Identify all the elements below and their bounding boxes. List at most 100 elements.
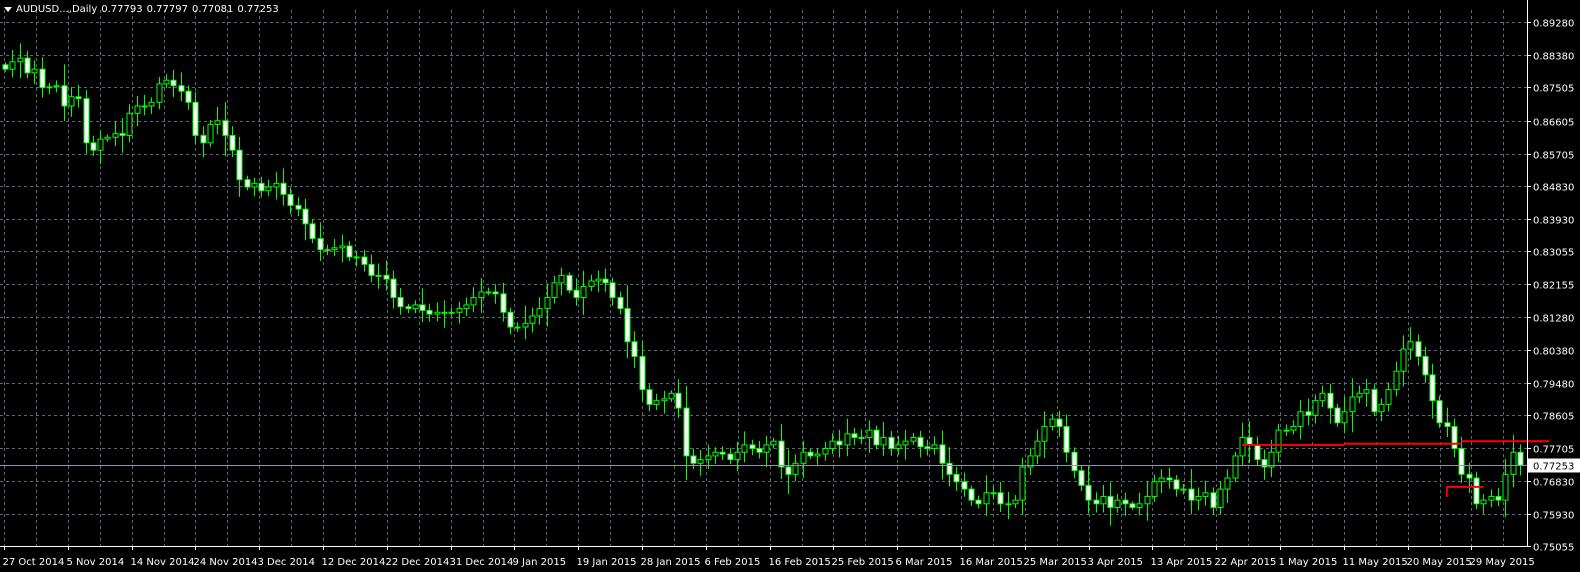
- candle-body: [2, 64, 9, 70]
- candle-body: [975, 499, 982, 505]
- candle-body: [1056, 418, 1063, 427]
- candle-body: [214, 120, 221, 125]
- candle-body: [829, 440, 836, 450]
- candle-body: [83, 98, 90, 144]
- candle-body: [141, 105, 148, 108]
- candle-body: [880, 437, 887, 446]
- x-tick-label: 1 May 2015: [1279, 557, 1338, 568]
- candle-body: [478, 291, 485, 299]
- candle-body: [1371, 389, 1378, 413]
- x-tick-label: 24 Nov 2014: [194, 557, 258, 568]
- candle-body: [1085, 484, 1092, 501]
- candle-body: [1341, 411, 1348, 424]
- candle-body: [734, 451, 741, 461]
- candle-body: [866, 429, 873, 439]
- candle-body: [1495, 495, 1502, 501]
- close-value: 0.77253: [237, 4, 279, 15]
- candle-body: [792, 462, 799, 475]
- candle-body: [690, 455, 697, 464]
- candle-body: [983, 492, 990, 505]
- candle-body: [1180, 488, 1187, 491]
- candle-body: [90, 142, 97, 151]
- candle-body: [61, 85, 68, 107]
- y-tick-label: 0.78605: [1533, 412, 1574, 423]
- candle-body: [463, 304, 470, 310]
- candle-body: [661, 398, 668, 402]
- candle-body: [1407, 341, 1414, 350]
- candle-body: [9, 61, 16, 70]
- candle-body: [434, 311, 441, 315]
- candle-body: [331, 247, 338, 251]
- candle-body: [1327, 392, 1334, 409]
- candle-body: [1239, 437, 1246, 457]
- candle-body: [126, 112, 133, 136]
- y-tick-label: 0.89280: [1533, 19, 1574, 30]
- candle-body: [1232, 455, 1239, 479]
- candle-body: [1275, 429, 1282, 453]
- candle-body: [844, 433, 851, 446]
- y-tick-label: 0.75055: [1533, 543, 1574, 554]
- candle-body: [1107, 495, 1114, 509]
- candle-body: [1034, 440, 1041, 457]
- candle-body: [200, 134, 207, 144]
- candle-body: [910, 437, 917, 442]
- candle-body: [1210, 492, 1217, 509]
- candle-body: [1363, 389, 1370, 394]
- candle-body: [1100, 495, 1107, 505]
- candle-body: [287, 193, 294, 206]
- x-tick-label: 14 Nov 2014: [131, 557, 195, 568]
- candle-body: [668, 392, 675, 400]
- x-tick-label: 28 Jan 2015: [641, 557, 701, 568]
- candle-body: [683, 407, 690, 457]
- candle-body: [544, 297, 551, 310]
- candle-body: [749, 444, 756, 450]
- chart-header[interactable]: AUDUSD...,Daily 0.77793 0.77797 0.77081 0.77…: [4, 4, 283, 16]
- candle-body: [75, 96, 82, 100]
- candle-body: [419, 304, 426, 311]
- candle-body: [536, 308, 543, 317]
- candle-body: [705, 455, 712, 461]
- candle-body: [258, 182, 265, 192]
- candle-body: [1458, 448, 1465, 475]
- candle: [1436, 395, 1443, 428]
- candle-body: [851, 433, 858, 439]
- candle-body: [68, 96, 75, 107]
- candle-body: [719, 451, 726, 455]
- candle-body: [997, 492, 1004, 505]
- candle-body: [1173, 479, 1180, 490]
- candle-body: [778, 440, 785, 468]
- candle-body: [1114, 499, 1121, 509]
- candle: [566, 272, 573, 294]
- candle-body: [1188, 488, 1195, 501]
- candle-body: [24, 57, 31, 74]
- candle-body: [383, 274, 390, 280]
- candle-body: [361, 256, 368, 265]
- candle-body: [507, 311, 514, 328]
- candle-body: [375, 274, 382, 277]
- candle-body: [1136, 503, 1143, 509]
- candle-body: [1305, 411, 1312, 416]
- candle-body: [1005, 503, 1012, 506]
- candle-body: [426, 309, 433, 315]
- candlestick-chart[interactable]: 0.77253 0.89280 0.88380 0.87505 0.86605 0.85…: [0, 0, 1580, 572]
- chart-menu-icon[interactable]: [4, 6, 12, 12]
- candle-body: [617, 297, 624, 310]
- candle-body: [1334, 407, 1341, 424]
- candle-body: [1429, 374, 1436, 402]
- candle-body: [712, 451, 719, 457]
- x-tick-label: 22 Apr 2015: [1215, 557, 1277, 568]
- candle-body: [588, 280, 595, 287]
- high-value: 0.77797: [146, 4, 188, 15]
- candle-body: [170, 79, 177, 87]
- candle-body: [895, 444, 902, 450]
- current-price-label: 0.77253: [1533, 462, 1574, 473]
- y-tick-label: 0.86605: [1533, 118, 1574, 129]
- candle-body: [1151, 481, 1158, 497]
- candle: [1232, 451, 1239, 483]
- candle-body: [1451, 425, 1458, 450]
- candle-body: [580, 285, 587, 299]
- y-tick-label: 0.83930: [1533, 216, 1574, 227]
- candle-body: [1224, 477, 1231, 490]
- candle-body: [529, 315, 536, 324]
- candle-body: [104, 136, 111, 140]
